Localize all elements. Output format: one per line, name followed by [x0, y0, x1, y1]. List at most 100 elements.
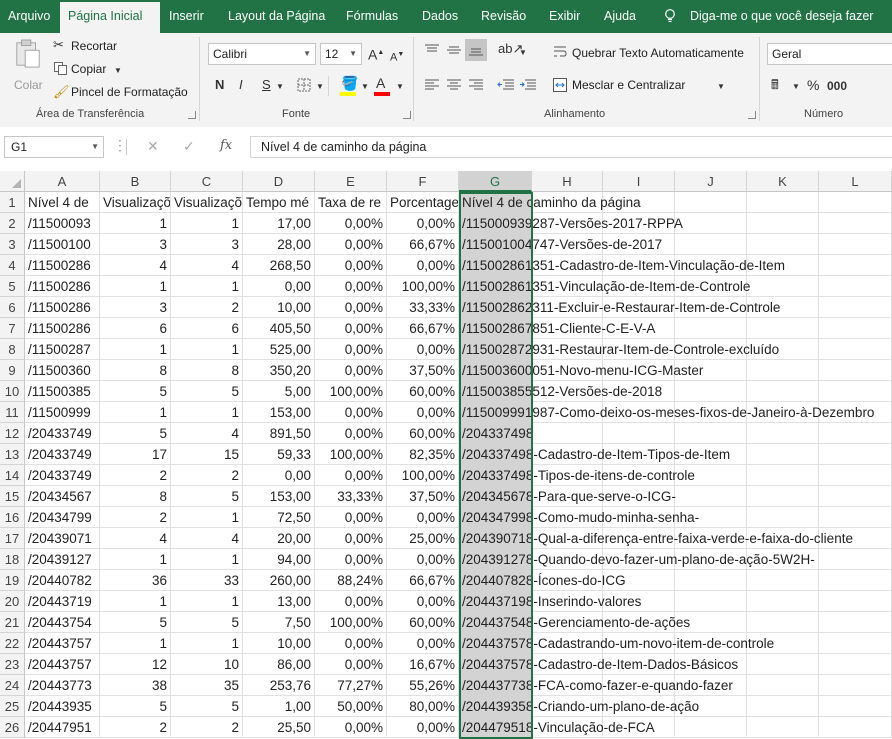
- currency-icon[interactable]: 🖩: [771, 77, 779, 93]
- cell-g14[interactable]: /204337498-Tipos-de-itens-de-controle: [459, 465, 695, 486]
- chevron-down-icon[interactable]: ▼: [276, 79, 284, 95]
- cell-b15[interactable]: 8: [100, 486, 171, 507]
- tab-exibir[interactable]: Exibir: [541, 0, 588, 33]
- cell-f12[interactable]: 60,00%: [387, 423, 459, 444]
- cell-c13[interactable]: 15: [171, 444, 243, 465]
- cell-c18[interactable]: 1: [171, 549, 243, 570]
- cell-k3[interactable]: [747, 234, 819, 255]
- decrease-indent-icon[interactable]: [497, 78, 515, 92]
- font-color-button[interactable]: A: [376, 75, 385, 91]
- fill-color-icon[interactable]: 🪣: [341, 75, 358, 91]
- cell-a12[interactable]: /20433749: [25, 423, 100, 444]
- cell-d25[interactable]: 1,00: [243, 696, 315, 717]
- wrap-text-button[interactable]: Quebrar Texto Automaticamente: [572, 46, 744, 60]
- cell-k10[interactable]: [747, 381, 819, 402]
- column-header-d[interactable]: D: [243, 171, 315, 192]
- cell-a2[interactable]: /11500093: [25, 213, 100, 234]
- cell-a17[interactable]: /20439071: [25, 528, 100, 549]
- cell-c14[interactable]: 2: [171, 465, 243, 486]
- align-center-icon[interactable]: [446, 78, 462, 92]
- cell-d9[interactable]: 350,20: [243, 360, 315, 381]
- row-header[interactable]: 16: [0, 507, 25, 528]
- column-header-c[interactable]: C: [171, 171, 243, 192]
- cell-e7[interactable]: 0,00%: [315, 318, 387, 339]
- tab-layout-da-pagina[interactable]: Layout da Página: [220, 0, 333, 33]
- cell-f19[interactable]: 66,67%: [387, 570, 459, 591]
- cancel-icon[interactable]: ✕: [147, 138, 159, 155]
- cell-f22[interactable]: 0,00%: [387, 633, 459, 654]
- cell-g20[interactable]: /204437198-Inserindo-valores: [459, 591, 641, 612]
- cell-e26[interactable]: 0,00%: [315, 717, 387, 738]
- cell-e21[interactable]: 100,00%: [315, 612, 387, 633]
- cell-e1[interactable]: Taxa de re: [315, 192, 387, 213]
- cell-j12[interactable]: [675, 423, 747, 444]
- cell-d2[interactable]: 17,00: [243, 213, 315, 234]
- column-header-b[interactable]: B: [100, 171, 171, 192]
- cell-f11[interactable]: 0,00%: [387, 402, 459, 423]
- cell-b8[interactable]: 1: [100, 339, 171, 360]
- cell-k1[interactable]: [747, 192, 819, 213]
- chevron-down-icon[interactable]: ▼: [519, 45, 527, 61]
- align-top-icon[interactable]: [424, 43, 440, 57]
- cell-e18[interactable]: 0,00%: [315, 549, 387, 570]
- decrease-font-icon[interactable]: A▼: [390, 47, 404, 66]
- font-name-select[interactable]: Calibri ▼: [208, 43, 316, 65]
- cell-g11[interactable]: /115009991987-Como-deixo-os-meses-fixos-…: [459, 402, 874, 423]
- cell-b6[interactable]: 3: [100, 297, 171, 318]
- cell-f5[interactable]: 100,00%: [387, 276, 459, 297]
- cell-l22[interactable]: [819, 633, 892, 654]
- cell-d23[interactable]: 86,00: [243, 654, 315, 675]
- cell-b18[interactable]: 1: [100, 549, 171, 570]
- cell-e4[interactable]: 0,00%: [315, 255, 387, 276]
- cell-e14[interactable]: 0,00%: [315, 465, 387, 486]
- row-header[interactable]: 5: [0, 276, 25, 297]
- cell-k9[interactable]: [747, 360, 819, 381]
- cell-g23[interactable]: /204437578-Cadastro-de-Item-Dados-Básico…: [459, 654, 738, 675]
- cell-l24[interactable]: [819, 675, 892, 696]
- cell-e19[interactable]: 88,24%: [315, 570, 387, 591]
- cell-j1[interactable]: [675, 192, 747, 213]
- column-header-l[interactable]: L: [819, 171, 892, 192]
- cell-e15[interactable]: 33,33%: [315, 486, 387, 507]
- cell-a3[interactable]: /11500100: [25, 234, 100, 255]
- chevron-down-icon[interactable]: ▼: [316, 79, 324, 95]
- cell-e17[interactable]: 0,00%: [315, 528, 387, 549]
- cell-c15[interactable]: 5: [171, 486, 243, 507]
- cell-b12[interactable]: 5: [100, 423, 171, 444]
- cell-b14[interactable]: 2: [100, 465, 171, 486]
- cell-j20[interactable]: [675, 591, 747, 612]
- cell-c23[interactable]: 10: [171, 654, 243, 675]
- formula-input[interactable]: Nível 4 de caminho da página: [250, 136, 892, 158]
- cell-d4[interactable]: 268,50: [243, 255, 315, 276]
- cell-d26[interactable]: 25,50: [243, 717, 315, 738]
- cell-f26[interactable]: 0,00%: [387, 717, 459, 738]
- cell-f9[interactable]: 37,50%: [387, 360, 459, 381]
- cell-a14[interactable]: /20433749: [25, 465, 100, 486]
- cell-g24[interactable]: /204437738-FCA-como-fazer-e-quando-fazer: [459, 675, 733, 696]
- cell-k23[interactable]: [747, 654, 819, 675]
- cell-j2[interactable]: [675, 213, 747, 234]
- cell-a7[interactable]: /11500286: [25, 318, 100, 339]
- number-format-select[interactable]: Geral: [767, 43, 892, 65]
- cell-e22[interactable]: 0,00%: [315, 633, 387, 654]
- cell-c19[interactable]: 33: [171, 570, 243, 591]
- row-header[interactable]: 15: [0, 486, 25, 507]
- cell-f24[interactable]: 55,26%: [387, 675, 459, 696]
- cell-l26[interactable]: [819, 717, 892, 738]
- cell-h12[interactable]: [532, 423, 603, 444]
- row-header[interactable]: 23: [0, 654, 25, 675]
- cell-c25[interactable]: 5: [171, 696, 243, 717]
- cell-j10[interactable]: [675, 381, 747, 402]
- row-header[interactable]: 2: [0, 213, 25, 234]
- cell-b9[interactable]: 8: [100, 360, 171, 381]
- cell-g22[interactable]: /204437578-Cadastrando-um-novo-item-de-c…: [459, 633, 774, 654]
- cell-e5[interactable]: 0,00%: [315, 276, 387, 297]
- chevron-down-icon[interactable]: ▼: [396, 79, 404, 95]
- cell-e11[interactable]: 0,00%: [315, 402, 387, 423]
- row-header[interactable]: 3: [0, 234, 25, 255]
- cell-l10[interactable]: [819, 381, 892, 402]
- cell-g5[interactable]: /115002861351-Vinculação-de-Item-de-Cont…: [459, 276, 750, 297]
- increase-indent-icon[interactable]: [519, 78, 537, 92]
- cell-b7[interactable]: 6: [100, 318, 171, 339]
- cell-d14[interactable]: 0,00: [243, 465, 315, 486]
